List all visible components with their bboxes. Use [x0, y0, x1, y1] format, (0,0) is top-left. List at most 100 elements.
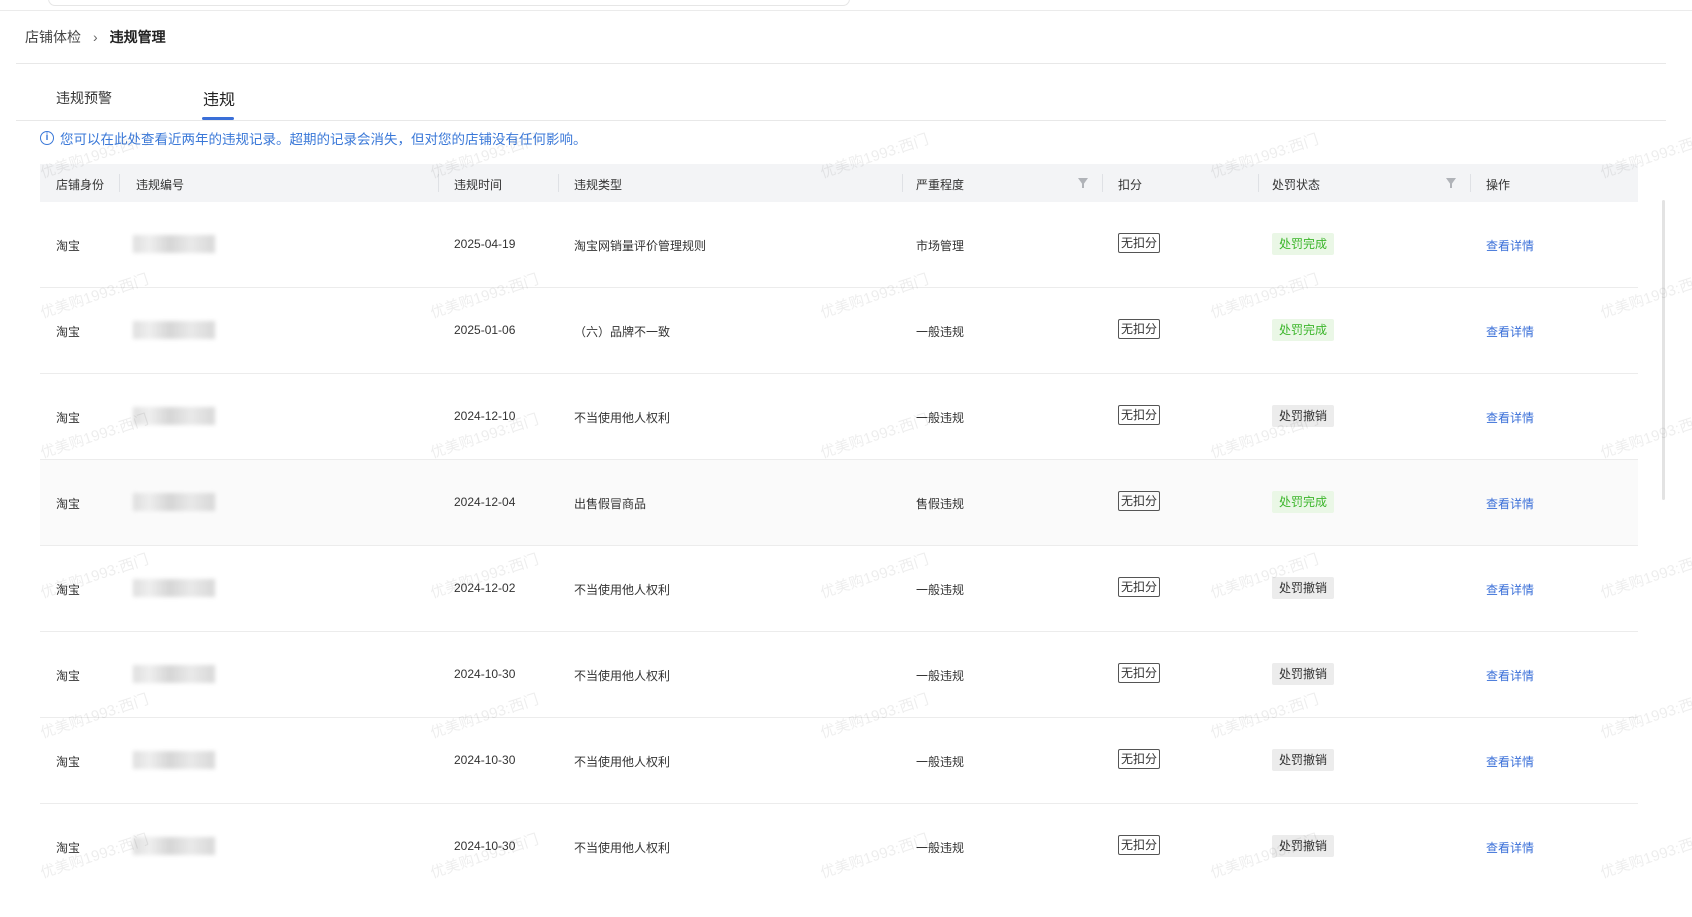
- cell-date: 2024-10-30: [454, 667, 516, 681]
- cell-severity: 一般违规: [916, 583, 965, 597]
- cell-severity: 一般违规: [916, 325, 965, 339]
- cell-type: （六）品牌不一致: [574, 325, 671, 339]
- cell-violation-no-redacted: [133, 407, 215, 425]
- cell-severity: 一般违规: [916, 755, 965, 769]
- deduction-badge: 无扣分: [1118, 405, 1160, 425]
- top-bar: [0, 0, 1692, 11]
- table-row: 淘宝 2025-04-19 淘宝网销量评价管理规则 市场管理 无扣分 处罚完成 …: [40, 202, 1638, 288]
- cell-violation-no-redacted: [133, 321, 215, 339]
- column-divider: [1470, 174, 1471, 192]
- cell-violation-no-redacted: [133, 579, 215, 597]
- status-badge: 处罚完成: [1272, 233, 1334, 255]
- cell-violation-no-redacted: [133, 665, 215, 683]
- view-details-link[interactable]: 查看详情: [1486, 495, 1534, 512]
- view-details-link[interactable]: 查看详情: [1486, 667, 1534, 684]
- tab-violation[interactable]: 违规: [203, 86, 235, 110]
- cell-date: 2024-12-04: [454, 495, 516, 509]
- th-action: 操作: [1486, 178, 1511, 192]
- tab-violation-warning[interactable]: 违规预警: [56, 88, 112, 108]
- cell-violation-no-redacted: [133, 493, 215, 511]
- status-badge: 处罚完成: [1272, 319, 1334, 341]
- status-badge: 处罚撤销: [1272, 835, 1334, 857]
- cell-type: 不当使用他人权利: [574, 841, 671, 855]
- cell-date: 2024-10-30: [454, 839, 516, 853]
- cell-shop: 淘宝: [56, 755, 81, 769]
- view-details-link[interactable]: 查看详情: [1486, 581, 1534, 598]
- deduction-badge: 无扣分: [1118, 835, 1160, 855]
- filter-icon[interactable]: [1446, 178, 1456, 188]
- chevron-right-icon: ›: [93, 29, 98, 45]
- cell-type: 出售假冒商品: [574, 497, 647, 511]
- table-row: 淘宝 2024-12-02 不当使用他人权利 一般违规 无扣分 处罚撤销 查看详…: [40, 546, 1638, 632]
- cell-type: 不当使用他人权利: [574, 583, 671, 597]
- cell-type: 不当使用他人权利: [574, 669, 671, 683]
- cell-date: 2025-04-19: [454, 237, 516, 251]
- notice-banner: i 您可以在此处查看近两年的违规记录。超期的记录会消失，但对您的店铺没有任何影响…: [40, 128, 587, 148]
- th-severity: 严重程度: [916, 178, 965, 192]
- cell-severity: 市场管理: [916, 239, 965, 253]
- view-details-link[interactable]: 查看详情: [1486, 323, 1534, 340]
- status-badge: 处罚撤销: [1272, 663, 1334, 685]
- deduction-badge: 无扣分: [1118, 749, 1160, 769]
- cell-severity: 一般违规: [916, 841, 965, 855]
- cell-type: 不当使用他人权利: [574, 755, 671, 769]
- search-input[interactable]: [48, 0, 850, 6]
- info-icon: i: [40, 131, 54, 145]
- cell-shop: 淘宝: [56, 497, 81, 511]
- cell-severity: 一般违规: [916, 669, 965, 683]
- column-divider: [902, 174, 903, 192]
- table-row: 淘宝 2024-10-30 不当使用他人权利 一般违规 无扣分 处罚撤销 查看详…: [40, 632, 1638, 718]
- cell-type: 不当使用他人权利: [574, 411, 671, 425]
- deduction-badge: 无扣分: [1118, 491, 1160, 511]
- th-violation-type: 违规类型: [574, 178, 623, 192]
- page-header: [16, 11, 1666, 64]
- cell-violation-no-redacted: [133, 837, 215, 855]
- th-deduction: 扣分: [1118, 178, 1143, 192]
- view-details-link[interactable]: 查看详情: [1486, 237, 1534, 254]
- tab-bar: 违规预警 违规: [16, 64, 1666, 121]
- cell-violation-no-redacted: [133, 235, 215, 253]
- breadcrumb-shop-checkup[interactable]: 店铺体检: [25, 27, 81, 47]
- column-divider: [558, 174, 559, 192]
- breadcrumb: 店铺体检 › 违规管理: [25, 27, 166, 47]
- th-shop-identity: 店铺身份: [56, 178, 105, 192]
- cell-severity: 售假违规: [916, 497, 965, 511]
- cell-date: 2025-01-06: [454, 323, 516, 337]
- column-divider: [1102, 174, 1103, 192]
- notice-text: 您可以在此处查看近两年的违规记录。超期的记录会消失，但对您的店铺没有任何影响。: [60, 132, 587, 147]
- status-badge: 处罚撤销: [1272, 577, 1334, 599]
- cell-shop: 淘宝: [56, 411, 81, 425]
- breadcrumb-current: 违规管理: [109, 29, 166, 45]
- view-details-link[interactable]: 查看详情: [1486, 753, 1534, 770]
- th-violation-no: 违规编号: [136, 178, 185, 192]
- table-header: 店铺身份 违规编号 违规时间 违规类型 严重程度 扣分 处罚状态 操作: [40, 164, 1638, 202]
- cell-date: 2024-12-10: [454, 409, 516, 423]
- violation-table: 店铺身份 违规编号 违规时间 违规类型 严重程度 扣分 处罚状态 操作 淘宝 2…: [40, 164, 1638, 889]
- cell-severity: 一般违规: [916, 411, 965, 425]
- cell-date: 2024-10-30: [454, 753, 516, 767]
- cell-violation-no-redacted: [133, 751, 215, 769]
- view-details-link[interactable]: 查看详情: [1486, 839, 1534, 856]
- table-row: 淘宝 2024-10-30 不当使用他人权利 一般违规 无扣分 处罚撤销 查看详…: [40, 718, 1638, 804]
- filter-icon[interactable]: [1078, 178, 1088, 188]
- cell-date: 2024-12-02: [454, 581, 516, 595]
- scrollbar[interactable]: [1662, 200, 1665, 500]
- cell-type: 淘宝网销量评价管理规则: [574, 239, 707, 253]
- view-details-link[interactable]: 查看详情: [1486, 409, 1534, 426]
- deduction-badge: 无扣分: [1118, 319, 1160, 339]
- column-divider: [438, 174, 439, 192]
- status-badge: 处罚撤销: [1272, 749, 1334, 771]
- column-divider: [119, 174, 120, 192]
- deduction-badge: 无扣分: [1118, 233, 1160, 253]
- cell-shop: 淘宝: [56, 239, 81, 253]
- deduction-badge: 无扣分: [1118, 577, 1160, 597]
- th-penalty-status: 处罚状态: [1272, 178, 1321, 192]
- cell-shop: 淘宝: [56, 669, 81, 683]
- table-body: 淘宝 2025-04-19 淘宝网销量评价管理规则 市场管理 无扣分 处罚完成 …: [40, 202, 1638, 889]
- th-violation-time: 违规时间: [454, 178, 503, 192]
- status-badge: 处罚完成: [1272, 491, 1334, 513]
- table-row: 淘宝 2024-10-30 不当使用他人权利 一般违规 无扣分 处罚撤销 查看详…: [40, 804, 1638, 889]
- column-divider: [1258, 174, 1259, 192]
- cell-shop: 淘宝: [56, 841, 81, 855]
- table-row: 淘宝 2024-12-04 出售假冒商品 售假违规 无扣分 处罚完成 查看详情: [40, 460, 1638, 546]
